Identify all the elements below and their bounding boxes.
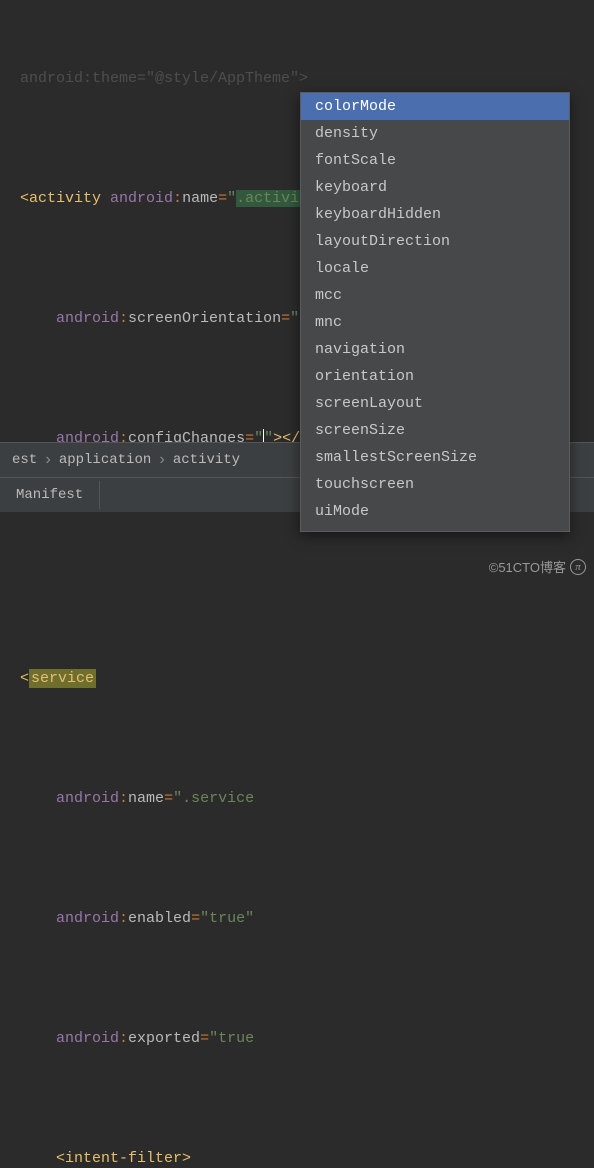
breadcrumb-item[interactable]: activity: [167, 452, 246, 468]
breadcrumb-item[interactable]: est: [6, 452, 43, 468]
popup-item[interactable]: smallestScreenSize: [301, 444, 569, 471]
watermark: ©51CTO博客 π: [489, 557, 586, 576]
popup-item[interactable]: layoutDirection: [301, 228, 569, 255]
code-line: <service: [0, 664, 594, 694]
chevron-right-icon: ›: [157, 451, 167, 469]
autocomplete-popup[interactable]: colorMode density fontScale keyboard key…: [300, 92, 570, 532]
popup-item[interactable]: screenSize: [301, 417, 569, 444]
popup-item[interactable]: navigation: [301, 336, 569, 363]
code-line: android:name=".service: [0, 784, 594, 814]
popup-item[interactable]: colorMode: [301, 93, 569, 120]
popup-item[interactable]: locale: [301, 255, 569, 282]
pi-icon: π: [570, 559, 586, 575]
popup-item[interactable]: keyboardHidden: [301, 201, 569, 228]
chevron-right-icon: ›: [43, 451, 53, 469]
popup-item[interactable]: uiMode: [301, 498, 569, 525]
code-line: android:enabled="true": [0, 904, 594, 934]
popup-item[interactable]: orientation: [301, 363, 569, 390]
popup-item[interactable]: mnc: [301, 309, 569, 336]
popup-item[interactable]: density: [301, 120, 569, 147]
popup-item[interactable]: screenLayout: [301, 390, 569, 417]
popup-item[interactable]: fontScale: [301, 147, 569, 174]
code-line: android:exported="true: [0, 1024, 594, 1054]
tab-manifest[interactable]: Manifest: [0, 481, 100, 509]
watermark-text: ©51CTO博客: [489, 557, 566, 576]
popup-item[interactable]: touchscreen: [301, 471, 569, 498]
popup-item[interactable]: mcc: [301, 282, 569, 309]
breadcrumb-item[interactable]: application: [53, 452, 157, 468]
popup-item[interactable]: keyboard: [301, 174, 569, 201]
code-line: <intent-filter>: [0, 1144, 594, 1168]
code-line: android:theme="@style/AppTheme">: [0, 64, 594, 94]
